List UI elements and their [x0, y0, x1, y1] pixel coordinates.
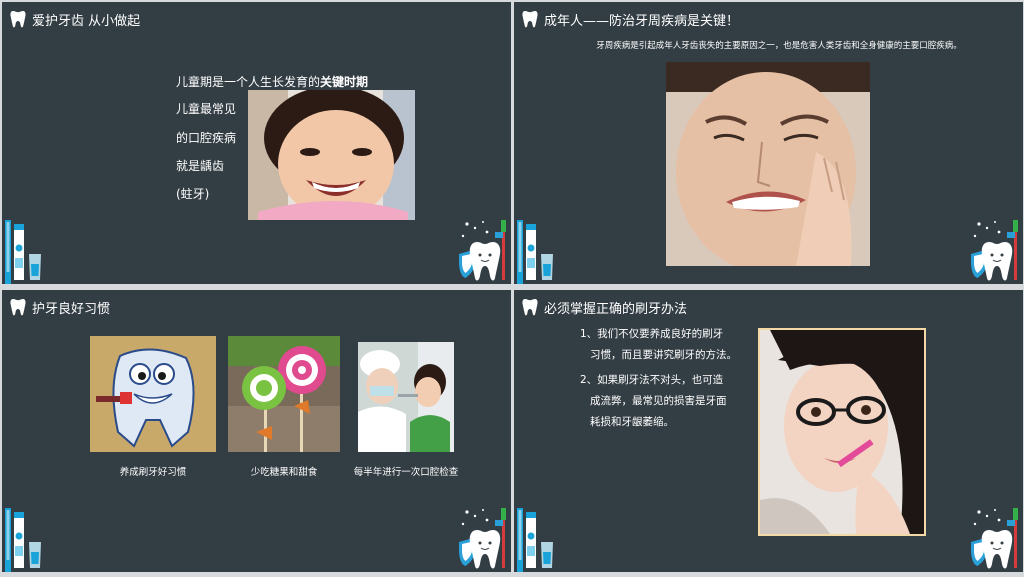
tooth-with-brush-icon [457, 506, 509, 572]
caption-less-sweets: 少吃糖果和甜食 [250, 467, 318, 478]
body-line: 就是龋齿 [176, 159, 225, 173]
slide-title: 成年人——防治牙周疾病是关键！ [544, 13, 740, 29]
slide-description: 牙周疾病是引起成年人牙齿丧失的主要原因之一，也是危害人类牙齿和全身健康的主要口腔… [596, 41, 962, 51]
toothpaste-and-cup-icon [514, 502, 564, 572]
toothpaste-and-cup-icon [514, 214, 564, 284]
lollipops-image [228, 336, 340, 452]
slide-title: 爱护牙齿 从小做起 [32, 13, 141, 29]
body-line: 儿童最常见 [176, 102, 237, 116]
slide-title: 护牙良好习惯 [32, 301, 111, 317]
body-line: 的口腔疾病 [176, 131, 237, 145]
slide-header: 成年人——防治牙周疾病是关键！ [522, 9, 739, 29]
slide-3: 护牙良好习惯 养成刷牙好习惯 少吃糖果和甜食 每半年进行一次口腔检查 [2, 290, 511, 572]
brushing-tip-2: 2、如果刷牙法不对头，也可造 成流弊，最常见的损害是牙面 耗损和牙龈萎缩。 [580, 374, 727, 428]
slide-4: 必须掌握正确的刷牙办法 1、我们不仅要养成良好的刷牙 习惯，而且要讲究刷牙的方法… [514, 290, 1023, 572]
slide-2: 成年人——防治牙周疾病是关键！ 牙周疾病是引起成年人牙齿丧失的主要原因之一，也是… [514, 2, 1023, 284]
toothpaste-and-cup-icon [2, 214, 52, 284]
tooth-with-brush-icon [969, 218, 1021, 284]
slide-header: 爱护牙齿 从小做起 [10, 9, 140, 29]
caption-brushing-habit: 养成刷牙好习惯 [119, 467, 187, 478]
brushing-tip-1: 1、我们不仅要养成良好的刷牙 习惯，而且要讲究刷牙的方法。 [580, 328, 737, 361]
tooth-icon [10, 298, 26, 316]
cartoon-tooth-brushing-image [90, 336, 216, 452]
slide-1: 爱护牙齿 从小做起 儿童期是一个人生长发育的关键时期 儿童最常见 的口腔疾病 就… [2, 2, 511, 284]
tooth-icon [522, 10, 538, 28]
emphasis-text: 关键时期 [320, 75, 369, 89]
toothache-woman-photo [666, 62, 870, 266]
tooth-with-brush-icon [457, 218, 509, 284]
body-line: 儿童期是一个人生长发育的关键时期 [176, 75, 369, 89]
slide-header: 必须掌握正确的刷牙办法 [522, 297, 687, 317]
caption-dental-checkup: 每半年进行一次口腔检查 [353, 467, 459, 478]
dental-checkup-image [358, 342, 454, 452]
slide-title: 必须掌握正确的刷牙办法 [544, 301, 688, 317]
tooth-icon [522, 298, 538, 316]
tooth-with-brush-icon [969, 506, 1021, 572]
woman-brushing-teeth-photo [758, 328, 926, 536]
slide-header: 护牙良好习惯 [10, 297, 110, 317]
smiling-child-photo [248, 90, 415, 220]
body-line: (蛀牙) [176, 187, 210, 201]
toothpaste-and-cup-icon [2, 502, 52, 572]
tooth-icon [10, 10, 26, 28]
